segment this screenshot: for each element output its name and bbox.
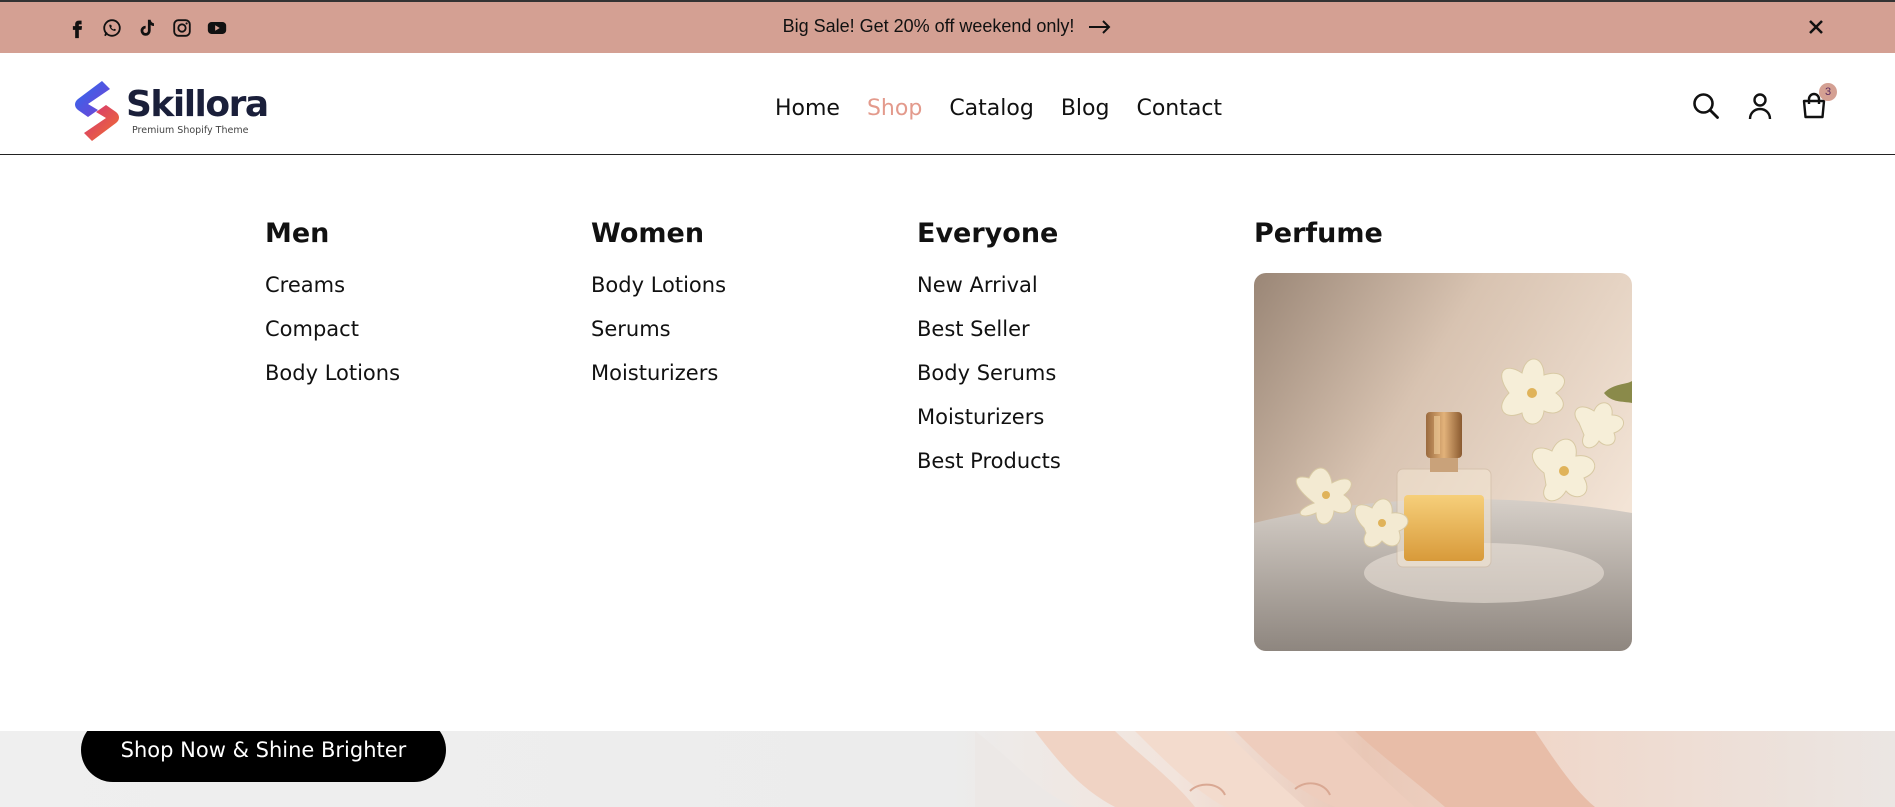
nav-home[interactable]: Home	[775, 96, 840, 121]
account-icon[interactable]	[1743, 89, 1777, 123]
menu-item[interactable]: New Arrival	[917, 273, 1061, 317]
nav-contact[interactable]: Contact	[1136, 96, 1222, 121]
menu-item[interactable]: Best Seller	[917, 317, 1061, 361]
menu-heading-men[interactable]: Men	[265, 218, 400, 249]
menu-heading-women[interactable]: Women	[591, 218, 726, 249]
menu-column-men: Men Creams Compact Body Lotions	[265, 218, 400, 405]
perfume-promo-image[interactable]	[1254, 273, 1632, 651]
nav-catalog[interactable]: Catalog	[949, 96, 1034, 121]
cart-count-badge: 3	[1819, 83, 1837, 101]
search-icon[interactable]	[1689, 89, 1723, 123]
nav-shop[interactable]: Shop	[867, 96, 922, 121]
logo-tagline: Premium Shopify Theme	[132, 124, 249, 136]
menu-column-women: Women Body Lotions Serums Moisturizers	[591, 218, 726, 405]
logo-mark-icon	[75, 81, 119, 141]
menu-item[interactable]: Creams	[265, 273, 400, 317]
menu-heading-everyone[interactable]: Everyone	[917, 218, 1061, 249]
menu-item[interactable]: Best Products	[917, 449, 1061, 493]
hero-image	[975, 731, 1595, 807]
mega-menu: Men Creams Compact Body Lotions Women Bo…	[0, 156, 1895, 731]
announcement-text: Big Sale! Get 20% off weekend only!	[782, 16, 1075, 36]
menu-item[interactable]: Moisturizers	[917, 405, 1061, 449]
menu-column-perfume: Perfume	[1254, 218, 1632, 651]
cart-icon[interactable]: 3	[1797, 83, 1837, 123]
menu-item[interactable]: Body Lotions	[265, 361, 400, 405]
header-actions: 3	[1689, 83, 1837, 123]
site-header: Skillora Premium Shopify Theme Home Shop…	[0, 53, 1895, 155]
menu-item[interactable]: Body Serums	[917, 361, 1061, 405]
nav-blog[interactable]: Blog	[1061, 96, 1110, 121]
logo[interactable]: Skillora Premium Shopify Theme	[72, 79, 269, 143]
announcement-link[interactable]: Big Sale! Get 20% off weekend only!	[0, 16, 1895, 37]
main-nav: Home Shop Catalog Blog Contact	[775, 96, 1222, 121]
menu-heading-perfume[interactable]: Perfume	[1254, 218, 1632, 249]
menu-item[interactable]: Serums	[591, 317, 726, 361]
arrow-right-icon	[1089, 19, 1111, 34]
menu-item[interactable]: Moisturizers	[591, 361, 726, 405]
logo-name: Skillora	[126, 83, 269, 125]
menu-item[interactable]: Compact	[265, 317, 400, 361]
close-icon[interactable]	[1805, 16, 1827, 38]
menu-item[interactable]: Body Lotions	[591, 273, 726, 317]
menu-column-everyone: Everyone New Arrival Best Seller Body Se…	[917, 218, 1061, 493]
announcement-bar: Big Sale! Get 20% off weekend only!	[0, 0, 1895, 53]
